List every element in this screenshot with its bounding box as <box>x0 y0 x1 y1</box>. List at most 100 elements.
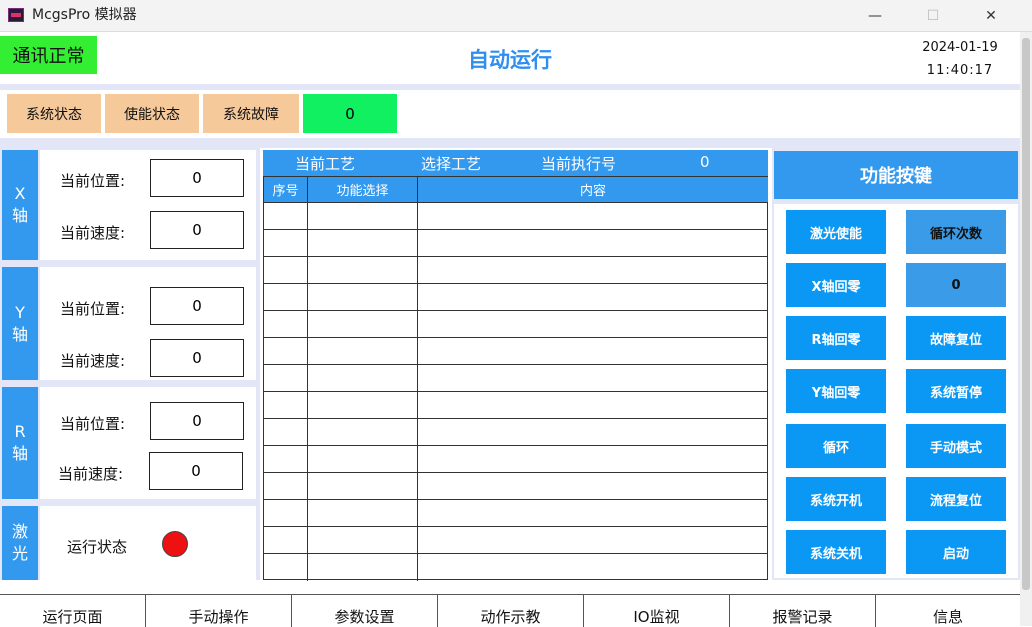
r-position-label: 当前位置: <box>60 415 126 433</box>
table-row[interactable] <box>264 257 768 284</box>
column-header-content: 内容 <box>418 177 768 203</box>
run-status-indicator <box>162 531 188 557</box>
table-cell <box>418 500 768 527</box>
table-cell <box>418 392 768 419</box>
table-row[interactable] <box>264 500 768 527</box>
r-axis-suffix: 轴 <box>11 444 28 463</box>
process-table: 序号 功能选择 内容 <box>263 176 768 581</box>
nav-parameter-settings[interactable]: 参数设置 <box>292 595 438 627</box>
fault-reset-button[interactable]: 故障复位 <box>906 316 1006 360</box>
x-axis-label: X 轴 <box>2 150 38 260</box>
table-row[interactable] <box>264 446 768 473</box>
table-cell <box>418 554 768 581</box>
nav-io-monitor[interactable]: IO监视 <box>584 595 730 627</box>
table-row[interactable] <box>264 392 768 419</box>
y-axis-suffix: 轴 <box>11 324 28 344</box>
scrollbar-thumb[interactable] <box>1022 38 1030 590</box>
x-axis-name: X <box>14 184 26 203</box>
table-cell <box>308 257 418 284</box>
table-cell <box>418 203 768 230</box>
nav-run-page[interactable]: 运行页面 <box>0 595 146 627</box>
table-cell <box>264 527 308 554</box>
y-position-label: 当前位置: <box>60 300 126 318</box>
app-icon <box>8 8 24 22</box>
y-axis-name: Y <box>15 302 25 322</box>
table-cell <box>308 203 418 230</box>
enable-status-indicator: 使能状态 <box>105 94 199 133</box>
close-icon[interactable]: ✕ <box>962 0 1020 32</box>
table-cell <box>418 527 768 554</box>
table-cell <box>308 284 418 311</box>
table-cell <box>264 257 308 284</box>
x-axis-suffix: 轴 <box>11 206 28 225</box>
minimize-icon[interactable]: — <box>846 0 904 32</box>
table-cell <box>418 257 768 284</box>
table-row[interactable] <box>264 284 768 311</box>
table-row[interactable] <box>264 230 768 257</box>
exec-number-value: 0 <box>700 153 710 171</box>
system-power-off-button[interactable]: 系统关机 <box>786 530 886 574</box>
maximize-icon[interactable]: ☐ <box>904 0 962 32</box>
system-power-on-button[interactable]: 系统开机 <box>786 477 886 521</box>
window-title: McgsPro 模拟器 <box>32 7 137 23</box>
x-home-button[interactable]: X轴回零 <box>786 263 886 307</box>
start-button[interactable]: 启动 <box>906 530 1006 574</box>
table-row[interactable] <box>264 419 768 446</box>
table-cell <box>418 284 768 311</box>
manual-mode-button[interactable]: 手动模式 <box>906 424 1006 468</box>
table-row[interactable] <box>264 473 768 500</box>
function-button-grid: 激光使能 循环次数 X轴回零 0 R轴回零 故障复位 Y轴回零 系统暂停 循环 … <box>774 204 1018 578</box>
table-cell <box>418 365 768 392</box>
table-cell <box>418 446 768 473</box>
table-row[interactable] <box>264 554 768 581</box>
nav-info[interactable]: 信息 <box>876 595 1020 627</box>
y-axis-label: Y 轴 <box>2 267 38 380</box>
table-cell <box>308 311 418 338</box>
system-fault-indicator: 系统故障 <box>203 94 299 133</box>
table-row[interactable] <box>264 365 768 392</box>
system-pause-button[interactable]: 系统暂停 <box>906 369 1006 413</box>
table-row[interactable] <box>264 203 768 230</box>
current-process-label: 当前工艺 <box>295 155 356 173</box>
cycle-count-label: 循环次数 <box>906 210 1006 254</box>
cycle-count-input[interactable]: 0 <box>906 263 1006 307</box>
table-cell <box>264 338 308 365</box>
bottom-nav: 运行页面 手动操作 参数设置 动作示教 IO监视 报警记录 信息 <box>0 594 1020 627</box>
table-row[interactable] <box>264 311 768 338</box>
laser-enable-button[interactable]: 激光使能 <box>786 210 886 254</box>
table-row[interactable] <box>264 527 768 554</box>
x-position-value: 0 <box>150 159 244 197</box>
r-axis-label: R 轴 <box>2 387 38 499</box>
table-cell <box>308 392 418 419</box>
table-cell <box>264 230 308 257</box>
table-cell <box>264 311 308 338</box>
table-cell <box>264 446 308 473</box>
r-home-button[interactable]: R轴回零 <box>786 316 886 360</box>
table-cell <box>308 230 418 257</box>
table-cell <box>418 311 768 338</box>
cycle-button[interactable]: 循环 <box>786 424 886 468</box>
table-cell <box>264 392 308 419</box>
table-cell <box>264 284 308 311</box>
status-divider <box>0 138 1020 148</box>
table-cell <box>308 365 418 392</box>
nav-alarm-log[interactable]: 报警记录 <box>730 595 876 627</box>
table-row[interactable] <box>264 338 768 365</box>
table-cell <box>418 338 768 365</box>
table-cell <box>308 554 418 581</box>
laser-label: 激 光 <box>2 506 38 580</box>
nav-manual-operation[interactable]: 手动操作 <box>146 595 292 627</box>
y-speed-value: 0 <box>150 339 244 377</box>
y-home-button[interactable]: Y轴回零 <box>786 369 886 413</box>
nav-motion-teaching[interactable]: 动作示教 <box>438 595 584 627</box>
table-cell <box>264 365 308 392</box>
process-reset-button[interactable]: 流程复位 <box>906 477 1006 521</box>
x-speed-value: 0 <box>150 211 244 249</box>
exec-number-label: 当前执行号 <box>541 155 617 173</box>
run-status-label: 运行状态 <box>67 538 128 556</box>
table-cell <box>264 554 308 581</box>
select-process-button[interactable]: 选择工艺 <box>421 153 481 174</box>
table-cell <box>418 419 768 446</box>
table-cell <box>308 338 418 365</box>
r-speed-label: 当前速度: <box>58 465 124 483</box>
